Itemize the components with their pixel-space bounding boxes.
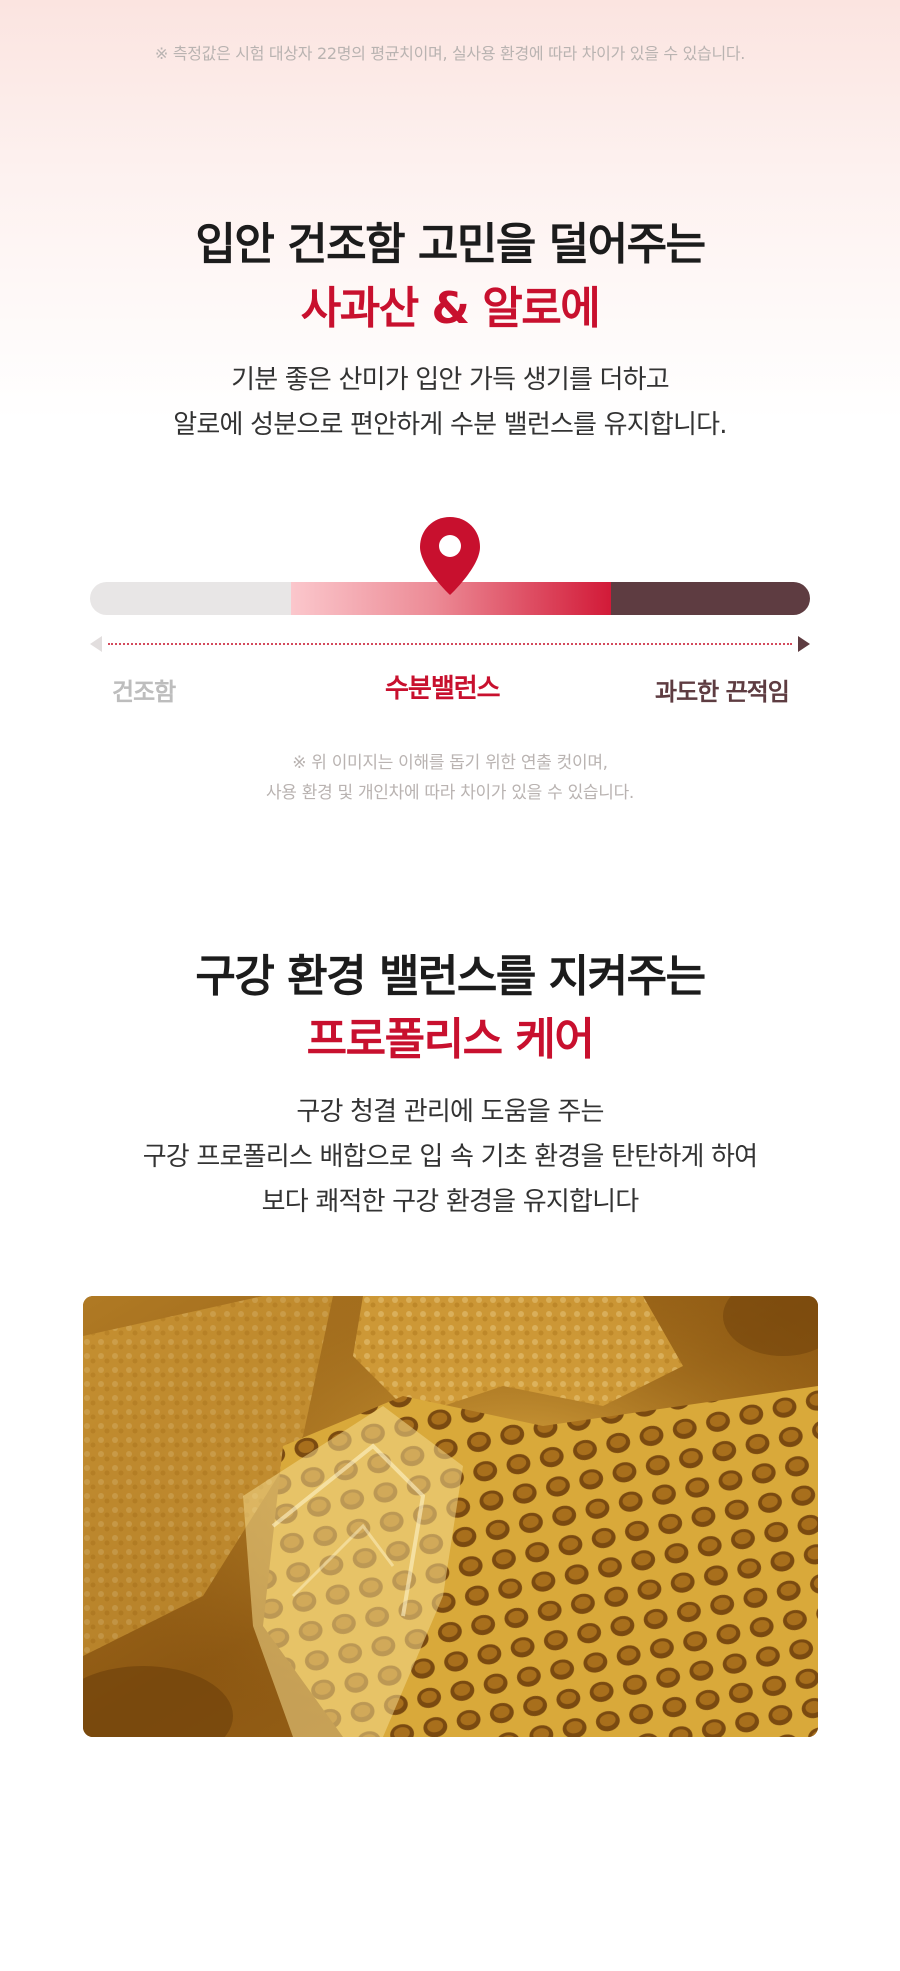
section2-body-line3: 보다 쾌적한 구강 환경을 유지합니다 bbox=[261, 1187, 639, 1217]
section2-body-line1: 구강 청결 관리에 도움을 주는 bbox=[296, 1097, 604, 1127]
image-disclaimer: ※ 위 이미지는 이해를 돕기 위한 연출 컷이며, 사용 환경 및 개인차에 … bbox=[0, 748, 900, 808]
section1-highlight: 사과산 & 알로에 bbox=[300, 283, 601, 334]
honeycomb-propolis-image bbox=[83, 1296, 818, 1737]
section1-body-line1: 기분 좋은 산미가 입안 가득 생기를 더하고 bbox=[231, 365, 670, 395]
axis-arrow-left-icon bbox=[90, 636, 102, 652]
image-disclaimer-line1: ※ 위 이미지는 이해를 돕기 위한 연출 컷이며, bbox=[292, 753, 608, 773]
section2-highlight: 프로폴리스 케어 bbox=[306, 1014, 595, 1065]
measurement-disclaimer: ※ 측정값은 시험 대상자 22명의 평균치이며, 실사용 환경에 따라 차이가… bbox=[154, 44, 746, 63]
axis-arrow-right-icon bbox=[798, 636, 810, 652]
section2-body-line2: 구강 프로폴리스 배합으로 입 속 기초 환경을 탄탄하게 하여 bbox=[142, 1142, 758, 1172]
location-pin-icon bbox=[418, 515, 482, 597]
gauge-label-dry: 건조함 bbox=[112, 678, 176, 706]
section1-body-line2: 알로에 성분으로 편안하게 수분 밸런스를 유지합니다. bbox=[173, 410, 727, 440]
gauge-axis-line bbox=[108, 643, 792, 645]
section1-headline: 입안 건조함 고민을 덜어주는 bbox=[195, 219, 706, 270]
gauge-sticky-segment bbox=[611, 582, 810, 615]
product-detail-page: ※ 측정값은 시험 대상자 22명의 평균치이며, 실사용 환경에 따라 차이가… bbox=[0, 0, 900, 1971]
gauge-label-sticky: 과도한 끈적임 bbox=[655, 678, 790, 706]
section2-headline: 구강 환경 밸런스를 지켜주는 bbox=[195, 951, 706, 1002]
gauge-label-balance: 수분밸런스 bbox=[385, 674, 501, 704]
image-disclaimer-line2: 사용 환경 및 개인차에 따라 차이가 있을 수 있습니다. bbox=[265, 783, 635, 803]
